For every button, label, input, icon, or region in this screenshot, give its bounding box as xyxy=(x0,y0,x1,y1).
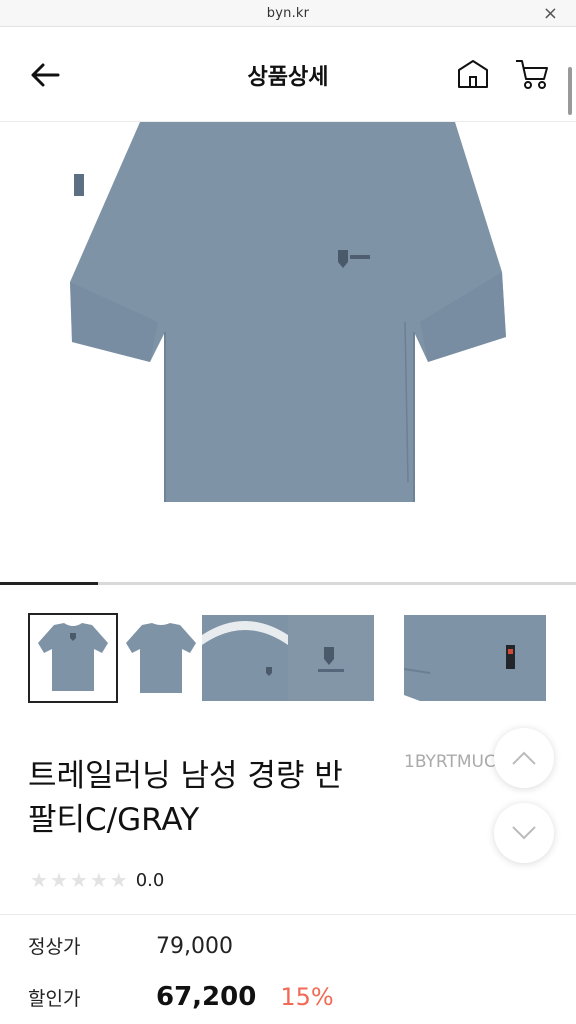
product-name: 트레일러닝 남성 경량 반 팔티C/GRAY xyxy=(28,754,408,842)
cart-icon[interactable] xyxy=(514,57,550,91)
sale-price-value: 67,200 xyxy=(156,982,257,1012)
home-icon[interactable] xyxy=(456,57,490,91)
star-icon: ★ xyxy=(69,868,88,892)
discount-rate: 15% xyxy=(280,983,334,1011)
chevron-down-icon xyxy=(512,826,536,840)
browser-url-bar[interactable]: byn.kr × xyxy=(0,0,576,27)
rating-stars: ★ ★ ★ ★ ★ xyxy=(30,868,128,892)
star-icon: ★ xyxy=(30,868,48,892)
product-name-line2: 팔티C/GRAY xyxy=(28,802,200,838)
thumbnail-strip xyxy=(28,613,550,703)
star-icon: ★ xyxy=(89,868,108,892)
product-main-image[interactable]: ongaong xyxy=(0,122,576,584)
scroll-up-button[interactable] xyxy=(494,728,554,788)
thumbnail-3[interactable] xyxy=(202,615,288,701)
thumb-label-image xyxy=(460,615,546,701)
tshirt-image xyxy=(70,122,506,502)
scrollbar[interactable] xyxy=(568,67,572,115)
chevron-up-icon xyxy=(512,751,536,765)
sale-price-label: 할인가 xyxy=(28,988,81,1010)
scroll-down-button[interactable] xyxy=(494,803,554,863)
regular-price-value: 79,000 xyxy=(156,934,233,959)
star-icon: ★ xyxy=(49,868,68,892)
thumbnail-1[interactable] xyxy=(28,613,118,703)
thumbnail-6[interactable] xyxy=(460,615,546,701)
url-text[interactable]: byn.kr xyxy=(267,6,309,21)
thumbnail-2[interactable] xyxy=(118,615,204,701)
divider xyxy=(0,914,576,915)
rating: ★ ★ ★ ★ ★ 0.0 xyxy=(30,868,164,892)
product-code: 1BYRTMUC xyxy=(404,752,496,772)
rating-score: 0.0 xyxy=(135,869,165,891)
thumb-back-image xyxy=(126,623,196,693)
regular-price-row: 정상가 79,000 xyxy=(28,932,233,959)
close-icon[interactable]: × xyxy=(543,3,558,24)
regular-price-label: 정상가 xyxy=(28,936,81,958)
thumbnail-4[interactable] xyxy=(288,615,374,701)
thumb-collar-image xyxy=(202,615,288,701)
star-icon: ★ xyxy=(109,868,128,892)
gallery-progress-fill xyxy=(0,582,98,585)
page-header: 상품상세 xyxy=(0,27,576,122)
thumb-front-image xyxy=(38,623,108,691)
product-name-line1: 트레일러닝 남성 경량 반 xyxy=(28,758,343,794)
thumb-logo-image xyxy=(288,615,374,701)
sale-price-row: 할인가 67,200 15% xyxy=(28,982,334,1012)
gallery-progress xyxy=(0,582,576,585)
